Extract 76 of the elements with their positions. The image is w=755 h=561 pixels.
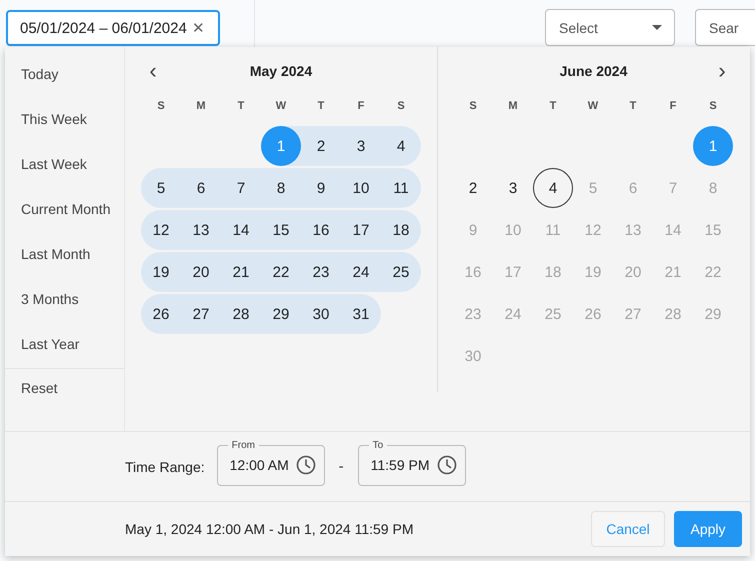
day-button[interactable]: 14: [221, 210, 261, 250]
range-summary: May 1, 2024 12:00 AM - Jun 1, 2024 11:59 PM: [125, 521, 414, 537]
day-button[interactable]: 26: [141, 294, 181, 334]
field-label: To: [372, 440, 384, 450]
preset-option[interactable]: This Week: [5, 96, 124, 141]
time-input[interactable]: 11:59 PM: [370, 456, 437, 472]
day-button[interactable]: 2: [453, 168, 493, 208]
day-button[interactable]: 12: [141, 210, 181, 250]
day-button[interactable]: 18: [381, 210, 421, 250]
day-button[interactable]: 24: [341, 252, 381, 292]
weekday-label: S: [156, 100, 166, 112]
weekday-label: F: [356, 100, 366, 112]
weekday-label: F: [668, 100, 678, 112]
day-button[interactable]: 2: [301, 126, 341, 166]
preset-option[interactable]: Last Year: [5, 321, 124, 366]
weekday-label: W: [274, 100, 288, 112]
day-button[interactable]: 6: [181, 168, 221, 208]
day-button[interactable]: 21: [221, 252, 261, 292]
date-range-field[interactable]: 05/01/2024 – 06/01/2024 ✕: [6, 10, 220, 46]
day-button[interactable]: 10: [341, 168, 381, 208]
time-field[interactable]: To 11:59 PM: [358, 440, 466, 486]
weekday-label: T: [628, 100, 638, 112]
day-button[interactable]: 25: [381, 252, 421, 292]
separator: -: [338, 458, 344, 475]
day-button[interactable]: 5: [141, 168, 181, 208]
caret-icon: [652, 25, 662, 30]
time-field[interactable]: From 12:00 AM: [216, 440, 325, 486]
day-button[interactable]: 15: [261, 210, 301, 250]
preset-option[interactable]: Last Month: [5, 231, 124, 276]
day-button[interactable]: 30: [301, 294, 341, 334]
month-title: May 2024: [248, 63, 314, 79]
day-button[interactable]: 11: [381, 168, 421, 208]
day-button[interactable]: 7: [221, 168, 261, 208]
day-button[interactable]: 28: [221, 294, 261, 334]
day-button[interactable]: 4: [381, 126, 421, 166]
day-button[interactable]: 20: [181, 252, 221, 292]
select-dropdown[interactable]: Select: [545, 9, 675, 46]
day-button[interactable]: 13: [181, 210, 221, 250]
field-label: From: [230, 440, 256, 450]
weekday-label: T: [548, 100, 558, 112]
day-button[interactable]: 23: [301, 252, 341, 292]
preset-option[interactable]: Current Month: [5, 186, 124, 231]
day-button[interactable]: 17: [341, 210, 381, 250]
reset-button[interactable]: Reset: [5, 369, 124, 414]
weekday-label: W: [586, 100, 600, 112]
clock-icon[interactable]: [436, 454, 457, 474]
day-button[interactable]: 29: [261, 294, 301, 334]
weekday-label: M: [195, 100, 207, 112]
weekday-label: T: [236, 100, 246, 112]
day-button[interactable]: 19: [141, 252, 181, 292]
date-input[interactable]: 05/01/2024 – 06/01/2024: [20, 20, 190, 36]
weekday-label: S: [708, 100, 718, 112]
clear-button[interactable]: ✕: [190, 19, 207, 37]
day-button[interactable]: 8: [261, 168, 301, 208]
time-input[interactable]: 12:00 AM: [230, 456, 296, 472]
month-title: June 2024: [558, 63, 628, 79]
weekday-label: S: [468, 100, 478, 112]
day-button[interactable]: 27: [181, 294, 221, 334]
preset-option[interactable]: Today: [5, 51, 124, 96]
weekday-label: M: [507, 100, 519, 112]
day-button[interactable]: 9: [301, 168, 341, 208]
next-month-button[interactable]: ›: [710, 60, 734, 82]
day-button[interactable]: 3: [493, 168, 533, 208]
weekday-label: S: [396, 100, 406, 112]
preset-option[interactable]: 3 Months: [5, 276, 124, 321]
time-range-label: Time Range:: [125, 458, 205, 474]
day-button[interactable]: 31: [341, 294, 381, 334]
day-button[interactable]: 16: [301, 210, 341, 250]
day-button[interactable]: 22: [261, 252, 301, 292]
preset-option[interactable]: Last Week: [5, 141, 124, 186]
previous-month-button[interactable]: ‹: [141, 60, 165, 82]
weekday-label: T: [316, 100, 326, 112]
search-button[interactable]: Sear: [695, 9, 755, 46]
clock-icon[interactable]: [296, 454, 316, 474]
day-button[interactable]: 3: [341, 126, 381, 166]
day-button[interactable]: 4: [533, 168, 573, 208]
